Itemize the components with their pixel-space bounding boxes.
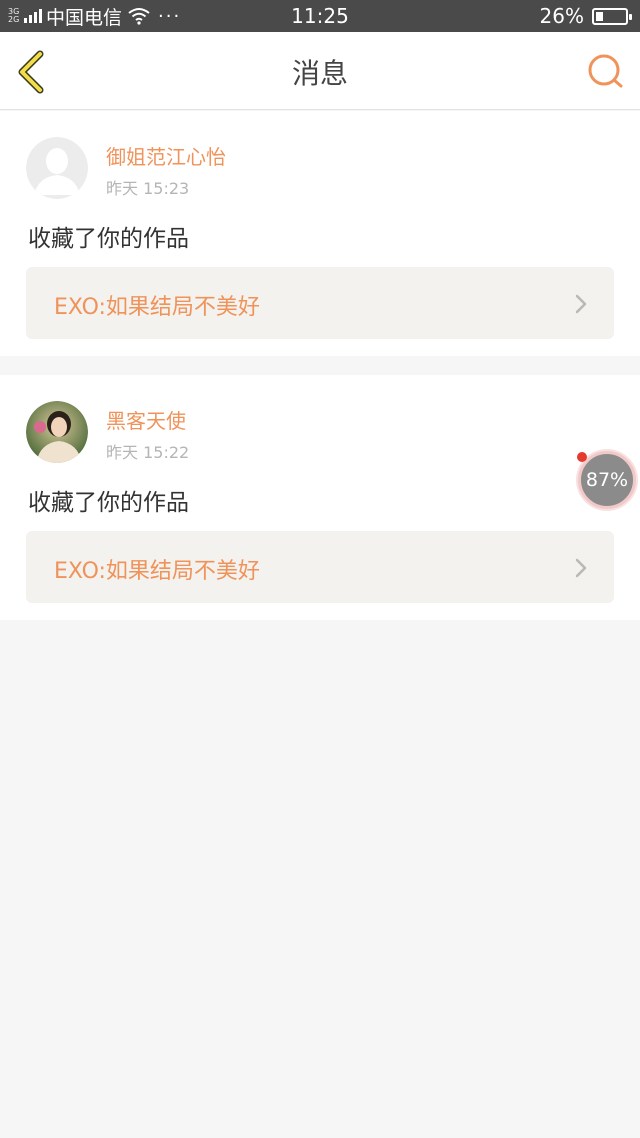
work-link[interactable]: EXO:如果结局不美好 — [26, 267, 614, 339]
default-avatar-icon[interactable] — [26, 137, 88, 199]
battery-percent: 26% — [539, 4, 584, 28]
action-text: 收藏了你的作品 — [28, 490, 189, 516]
chevron-right-icon — [575, 558, 587, 578]
timestamp: 昨天 15:23 — [106, 179, 190, 198]
message-card: 黑客天使 昨天 15:22 收藏了你的作品 EXO:如果结局不美好 — [0, 375, 640, 620]
timestamp: 昨天 15:22 — [106, 443, 190, 462]
username[interactable]: 黑客天使 — [106, 405, 186, 434]
notification-dot — [577, 452, 587, 462]
work-title: EXO:如果结局不美好 — [54, 295, 260, 320]
user-photo-avatar[interactable] — [26, 401, 88, 463]
search-icon[interactable] — [586, 52, 626, 92]
work-title: EXO:如果结局不美好 — [54, 559, 260, 584]
action-text: 收藏了你的作品 — [28, 226, 189, 252]
chevron-right-icon — [575, 294, 587, 314]
page-title: 消息 — [291, 57, 348, 90]
floating-memory-badge[interactable]: 87% — [578, 451, 636, 509]
work-link[interactable]: EXO:如果结局不美好 — [26, 531, 614, 603]
battery-icon — [592, 8, 632, 25]
username[interactable]: 御姐范江心怡 — [106, 141, 226, 170]
header-bar: 消息 — [0, 32, 640, 110]
status-bar: 3G 2G 中国电信 ··· 11:25 26% — [0, 0, 640, 32]
message-card: 御姐范江心怡 昨天 15:23 收藏了你的作品 EXO:如果结局不美好 — [0, 111, 640, 356]
battery-level — [596, 12, 603, 21]
